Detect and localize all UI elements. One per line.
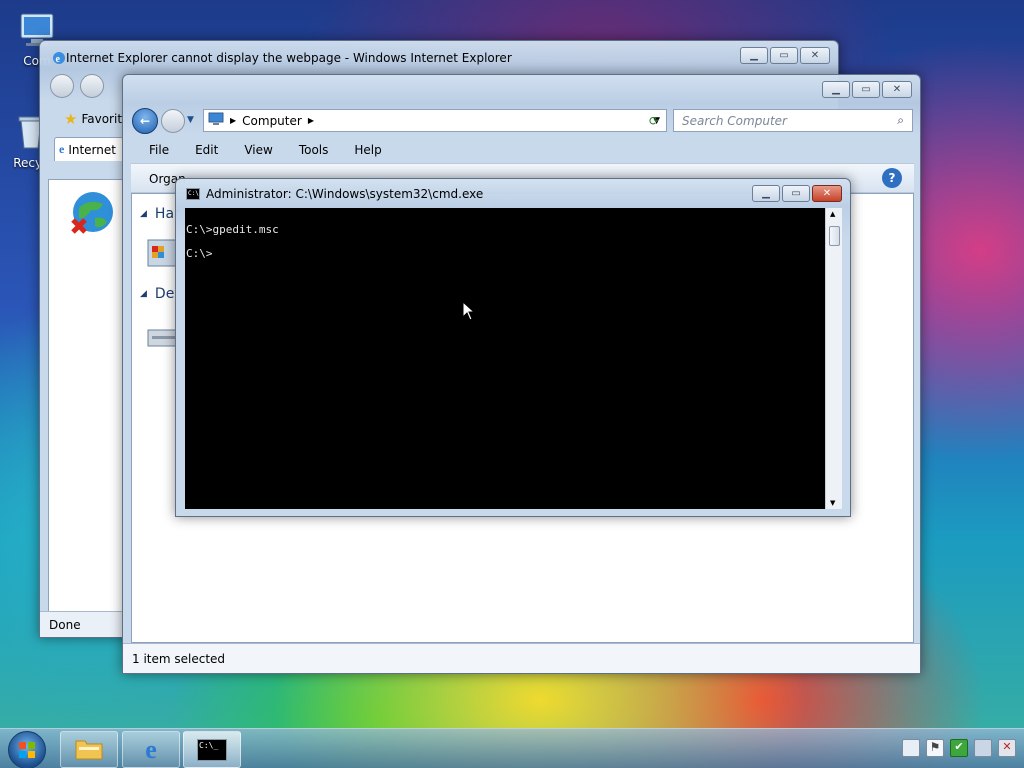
refresh-icon: ⟳ xyxy=(648,113,660,128)
star-icon: ★ xyxy=(64,110,78,128)
minimize-button[interactable]: ▁ xyxy=(740,47,768,64)
ie-icon: e xyxy=(145,734,157,764)
refresh-button[interactable]: ⟳ xyxy=(643,109,665,132)
explorer-back-button[interactable]: ← xyxy=(132,108,158,134)
start-button[interactable] xyxy=(8,731,46,768)
close-button[interactable]: ✕ xyxy=(812,185,842,202)
menu-view[interactable]: View xyxy=(226,143,280,157)
back-arrow-icon: ← xyxy=(139,114,151,128)
maximize-icon: ▭ xyxy=(791,188,801,199)
maximize-icon: ▭ xyxy=(861,84,871,95)
section-header-hard-disks[interactable]: ◢ Har xyxy=(140,206,180,222)
close-button[interactable]: ✕ xyxy=(800,47,830,64)
taskbar: e C:\_ ⚑ ✔ ✕ xyxy=(0,728,1024,768)
maximize-button[interactable]: ▭ xyxy=(782,185,810,202)
ie-tab-icon: e xyxy=(59,142,65,156)
collapse-icon: ◢ xyxy=(140,289,147,299)
network-icon[interactable] xyxy=(974,739,992,757)
close-icon: ✕ xyxy=(810,50,820,61)
scroll-down-icon[interactable]: ▼ xyxy=(830,499,835,507)
ie-forward-button[interactable] xyxy=(80,74,104,98)
ie-logo-icon: e xyxy=(52,51,66,68)
menu-file[interactable]: File xyxy=(131,143,177,157)
menu-tools[interactable]: Tools xyxy=(281,143,337,157)
console-line: C:\> xyxy=(186,247,213,260)
minimize-icon: ▁ xyxy=(762,188,770,199)
close-icon: ✕ xyxy=(822,188,832,199)
breadcrumb-arrow-icon: ▶ xyxy=(307,116,314,125)
minimize-icon: ▁ xyxy=(750,50,758,61)
system-tray: ⚑ ✔ ✕ xyxy=(902,739,1016,757)
taskbar-explorer-button[interactable] xyxy=(60,731,118,768)
ie-favorites-button[interactable]: ★ Favorit xyxy=(48,107,124,131)
cmd-icon: C:\ xyxy=(186,188,200,200)
mouse-cursor-icon xyxy=(462,300,476,330)
windows-logo-icon xyxy=(9,742,45,768)
search-placeholder: Search Computer xyxy=(682,113,787,128)
cmd-icon: C:\_ xyxy=(197,738,227,761)
flag-icon[interactable]: ⚑ xyxy=(926,739,944,757)
explorer-status-text: 1 item selected xyxy=(132,652,226,666)
collapse-icon: ◢ xyxy=(140,209,147,219)
scroll-up-icon[interactable]: ▲ xyxy=(830,210,835,218)
minimize-button[interactable]: ▁ xyxy=(822,81,850,98)
ie-tab-label: Internet xyxy=(68,142,116,157)
explorer-status-bar: 1 item selected xyxy=(123,643,920,673)
search-icon: ⌕ xyxy=(897,113,904,127)
computer-small-icon xyxy=(208,112,224,129)
minimize-icon: ▁ xyxy=(832,84,840,95)
close-button[interactable]: ✕ xyxy=(882,81,912,98)
breadcrumb-computer[interactable]: Computer xyxy=(242,114,302,128)
breadcrumb-arrow-icon: ▶ xyxy=(230,116,237,125)
cmd-window-title: Administrator: C:\Windows\system32\cmd.e… xyxy=(206,187,484,201)
help-icon[interactable]: ? xyxy=(882,168,902,188)
volume-muted-icon[interactable]: ✕ xyxy=(998,739,1016,757)
maximize-button[interactable]: ▭ xyxy=(852,81,880,98)
notification-icon[interactable] xyxy=(902,739,920,757)
minimize-button[interactable]: ▁ xyxy=(752,185,780,202)
favorites-label: Favorit xyxy=(81,112,123,126)
ie-status-text: Done xyxy=(49,618,81,632)
menu-help[interactable]: Help xyxy=(336,143,389,157)
ie-tab[interactable]: e Internet xyxy=(54,137,124,161)
cmd-window[interactable]: C:\ Administrator: C:\Windows\system32\c… xyxy=(175,178,851,517)
network-error-icon xyxy=(69,190,117,241)
menu-bar: File Edit View Tools Help xyxy=(131,139,914,161)
maximize-button[interactable]: ▭ xyxy=(770,47,798,64)
explorer-forward-button[interactable] xyxy=(161,109,185,133)
console-scrollbar[interactable]: ▲ ▼ xyxy=(825,208,842,509)
maximize-icon: ▭ xyxy=(779,50,789,61)
address-bar[interactable]: ▶ Computer ▶ ▼ xyxy=(203,109,667,132)
search-box[interactable]: Search Computer ⌕ xyxy=(673,109,913,132)
console-output[interactable]: C:\>gpedit.msc C:\> xyxy=(185,208,825,509)
folder-icon xyxy=(74,735,104,764)
close-icon: ✕ xyxy=(892,84,902,95)
recent-pages-dropdown[interactable]: ▼ xyxy=(187,115,194,125)
scrollbar-thumb[interactable] xyxy=(829,226,840,246)
console-line: C:\>gpedit.msc xyxy=(186,223,279,236)
taskbar-cmd-button[interactable]: C:\_ xyxy=(183,731,241,768)
menu-edit[interactable]: Edit xyxy=(177,143,226,157)
ie-page-content xyxy=(48,179,130,615)
chevron-down-icon: ▼ xyxy=(187,115,194,125)
svg-text:e: e xyxy=(56,54,61,65)
security-icon[interactable]: ✔ xyxy=(950,739,968,757)
ie-back-button[interactable] xyxy=(50,74,74,98)
ie-window-title: Internet Explorer cannot display the web… xyxy=(66,51,512,65)
taskbar-ie-button[interactable]: e xyxy=(122,731,180,768)
